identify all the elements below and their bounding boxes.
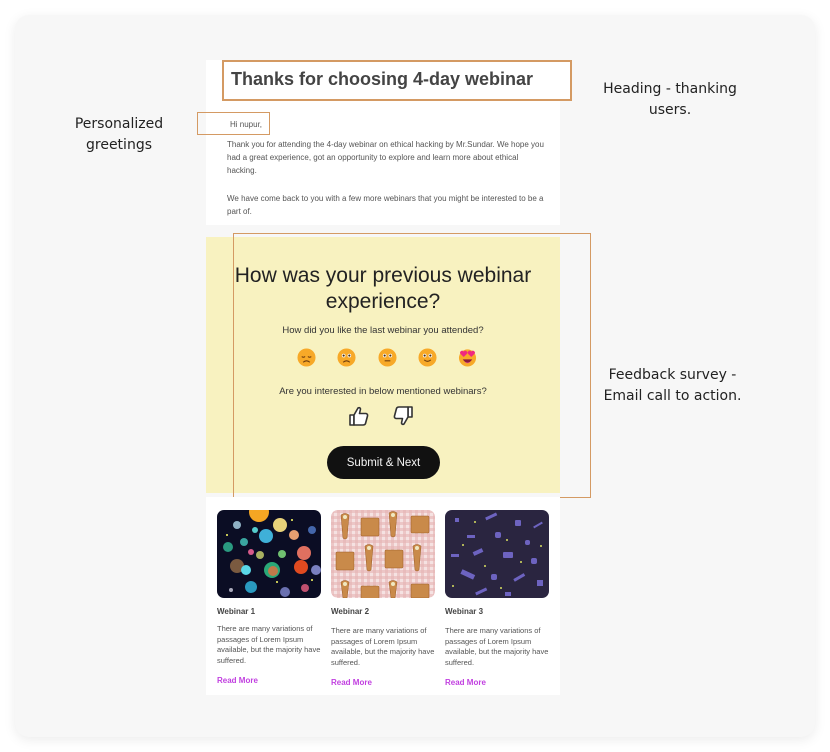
webinar-description: There are many variations of passages of… [331,626,435,667]
thumbs-down-icon[interactable] [391,404,415,428]
webinar-1-image[interactable] [217,510,321,598]
interest-thumbs-row [347,404,415,428]
email-greeting: Hi nupur, [230,120,263,129]
annotation-greetings: Personalized greetings [74,116,164,153]
thumbs-up-icon[interactable] [347,404,371,428]
disappointed-face-icon[interactable] [297,348,316,367]
survey-question-interest: Are you interested in below mentioned we… [279,386,487,397]
webinar-title: Webinar 2 [331,607,370,616]
frowning-face-icon[interactable] [337,348,356,367]
read-more-link[interactable]: Read More [217,676,321,685]
survey-title: How was your previous webinar experience… [234,264,532,313]
email-paragraph-2: We have come back to you with a few more… [227,194,544,216]
slightly-smiling-face-icon[interactable] [418,348,437,367]
webinar-2-image[interactable] [331,510,435,598]
annotation-feedback: Feedback survey - Email call to action. [603,367,742,404]
webinar-card: Webinar 2 There are many variations of p… [331,510,435,687]
rating-emoji-row [297,348,477,370]
webinar-title: Webinar 3 [445,607,484,616]
submit-next-button[interactable]: Submit & Next [327,446,440,479]
webinar-title: Webinar 1 [217,607,256,616]
webinar-description: There are many variations of passages of… [445,626,549,667]
webinar-card: Webinar 3 There are many variations of p… [445,510,549,687]
webinar-3-image[interactable] [445,510,549,598]
webinar-description: There are many variations of passages of… [217,624,321,665]
survey-question-rating: How did you like the last webinar you at… [282,325,484,336]
read-more-link[interactable]: Read More [331,678,435,687]
email-heading: Thanks for choosing 4-day webinar [231,69,534,89]
read-more-link[interactable]: Read More [445,678,549,687]
webinar-card: Webinar 1 There are many variations of p… [217,510,321,685]
email-paragraph-1: Thank you for attending the 4-day webina… [227,140,544,175]
heart-eyes-face-icon[interactable] [458,348,477,367]
neutral-face-icon[interactable] [377,348,397,367]
annotation-heading: Heading - thanking users. [603,81,737,118]
